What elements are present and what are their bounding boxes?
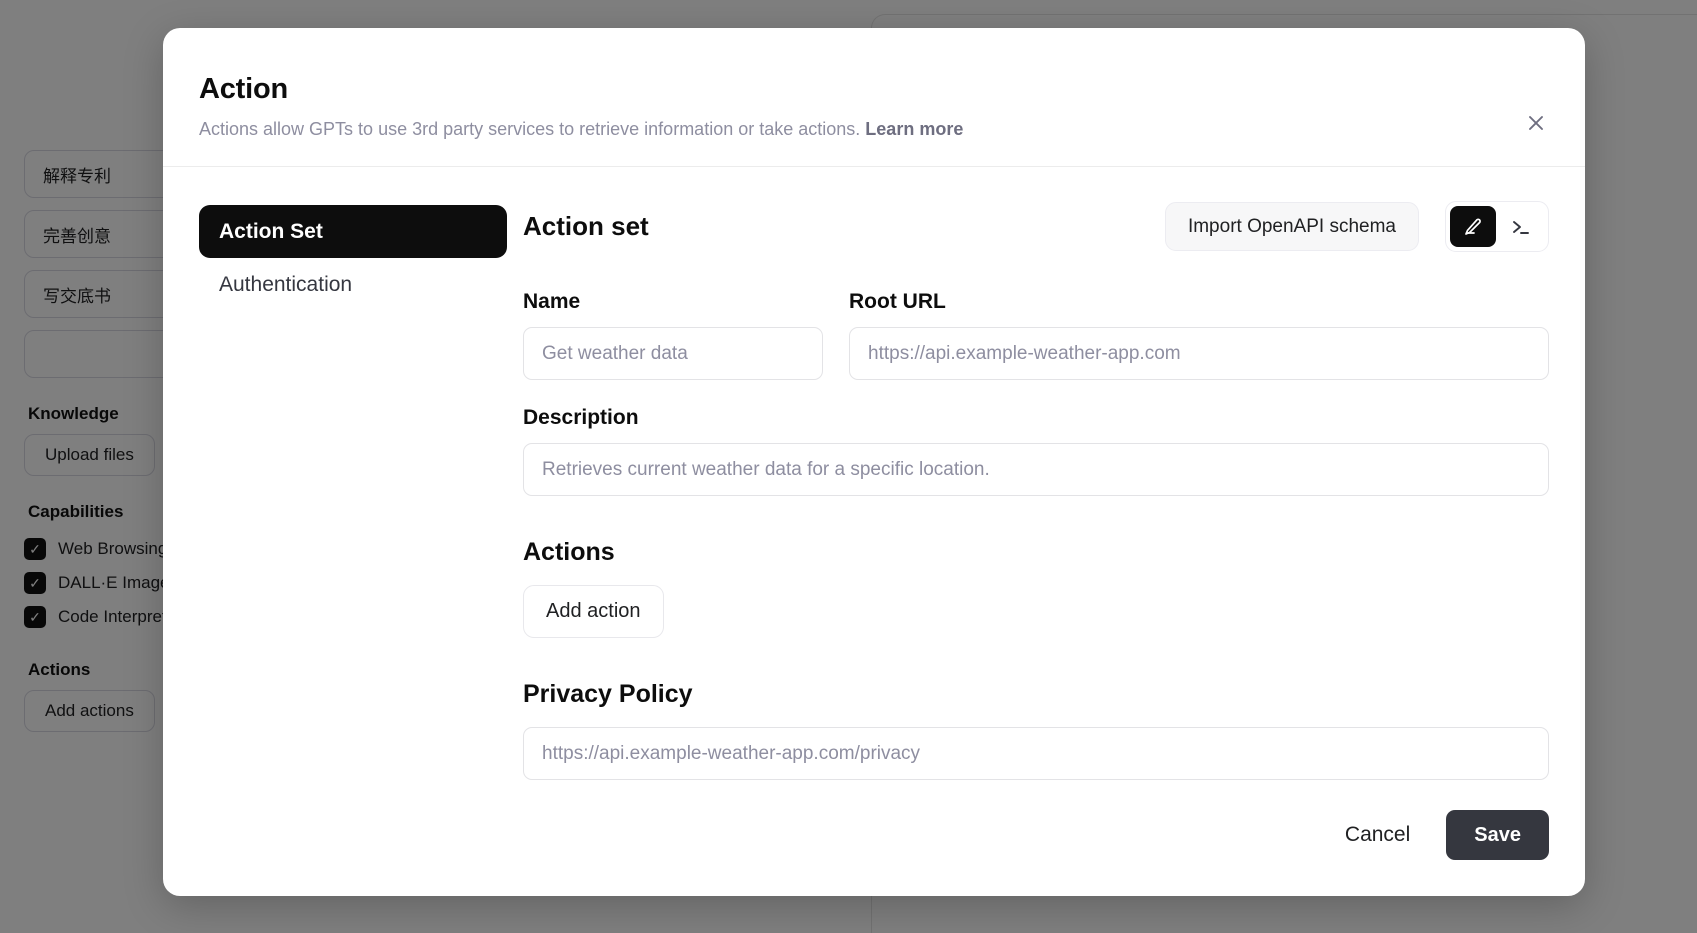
root-url-field-group: Root URL xyxy=(849,290,1549,380)
pencil-icon xyxy=(1465,218,1481,235)
action-set-panel: Action set Import OpenAPI schema Name Ge… xyxy=(507,201,1549,780)
import-openapi-schema-button[interactable]: Import OpenAPI schema xyxy=(1164,202,1419,251)
terminal-icon xyxy=(1513,220,1529,234)
actions-section-heading: Actions xyxy=(523,538,615,566)
privacy-policy-heading: Privacy Policy xyxy=(523,680,693,708)
privacy-policy-input[interactable] xyxy=(523,727,1549,780)
name-input[interactable] xyxy=(523,327,823,380)
description-field-group: Description xyxy=(523,406,1549,496)
modal-title: Action xyxy=(199,73,289,105)
modal-subtitle: Actions allow GPTs to use 3rd party serv… xyxy=(199,119,1549,140)
root-url-label: Root URL xyxy=(849,290,946,313)
add-action-button[interactable]: Add action xyxy=(523,585,664,638)
panel-header: Action set Import OpenAPI schema xyxy=(523,201,1549,252)
description-label: Description xyxy=(523,406,639,429)
modal-body: Action Set Authentication Action set Imp… xyxy=(163,167,1585,780)
code-view-button[interactable] xyxy=(1498,206,1544,247)
modal-side-nav: Action Set Authentication xyxy=(199,201,507,780)
view-mode-toggle-group xyxy=(1445,201,1549,252)
cancel-button[interactable]: Cancel xyxy=(1333,813,1422,857)
modal-footer: Cancel Save xyxy=(1333,810,1549,860)
modal-header: Action Actions allow GPTs to use 3rd par… xyxy=(163,28,1585,167)
close-icon xyxy=(1529,116,1543,130)
root-url-input[interactable] xyxy=(849,327,1549,380)
panel-title: Action set xyxy=(523,211,649,241)
modal-subtitle-text: Actions allow GPTs to use 3rd party serv… xyxy=(199,119,861,139)
panel-header-actions: Import OpenAPI schema xyxy=(1164,201,1549,252)
close-modal-button[interactable] xyxy=(1519,106,1553,140)
learn-more-link[interactable]: Learn more xyxy=(865,119,963,139)
name-field-group: Name xyxy=(523,290,823,380)
name-and-url-row: Name Root URL xyxy=(523,290,1549,406)
name-label: Name xyxy=(523,290,581,313)
sidebar-item-action-set[interactable]: Action Set xyxy=(199,205,507,258)
edit-view-button[interactable] xyxy=(1450,206,1496,247)
action-modal: Action Actions allow GPTs to use 3rd par… xyxy=(163,28,1585,896)
save-button[interactable]: Save xyxy=(1446,810,1549,860)
description-input[interactable] xyxy=(523,443,1549,496)
sidebar-item-authentication[interactable]: Authentication xyxy=(199,258,507,311)
